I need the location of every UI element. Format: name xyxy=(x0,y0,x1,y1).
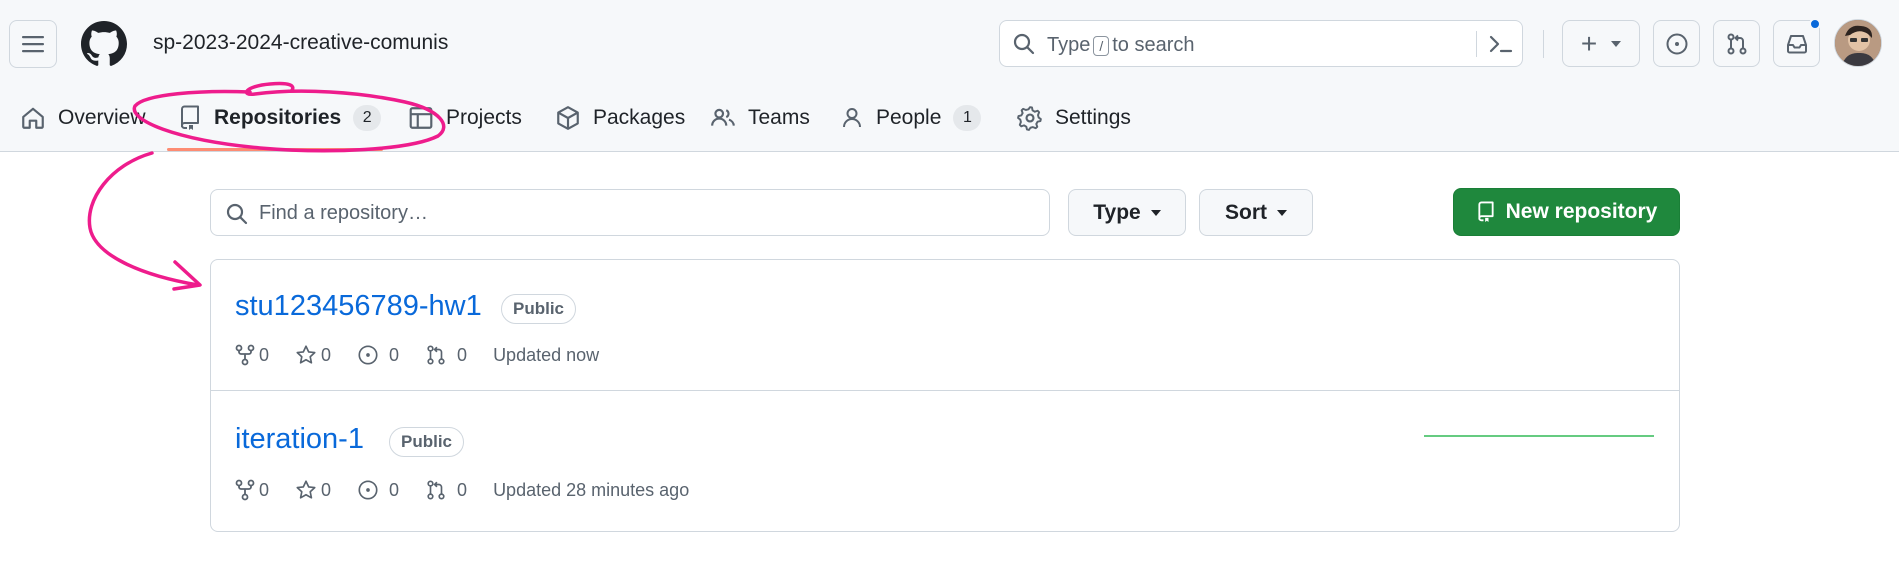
pull-requests-icon xyxy=(1727,33,1746,54)
table-icon xyxy=(409,107,433,129)
issues-stat[interactable]: 0 xyxy=(357,344,399,366)
list-item: stu123456789-hw1 Public 0 0 0 0 Updated … xyxy=(211,260,1679,391)
visibility-badge: Public xyxy=(389,427,465,457)
forks-stat[interactable]: 0 xyxy=(235,479,269,501)
selected-tab-underline xyxy=(167,148,383,151)
issues-icon xyxy=(358,480,378,500)
annotation-arrowhead xyxy=(172,260,202,291)
forks-stat[interactable]: 0 xyxy=(235,344,269,366)
people-count-badge: 1 xyxy=(953,105,982,131)
notification-indicator xyxy=(1809,18,1821,30)
find-repository-input[interactable] xyxy=(259,198,1019,228)
create-new-button[interactable]: + xyxy=(1562,20,1640,67)
type-filter-label: Type xyxy=(1093,200,1141,224)
new-repository-button[interactable]: New repository xyxy=(1453,188,1680,236)
chevron-down-icon xyxy=(1611,40,1622,47)
star-icon xyxy=(296,480,316,499)
avatar[interactable] xyxy=(1834,19,1882,67)
pull-requests-stat[interactable]: 0 xyxy=(425,479,467,501)
plus-icon: + xyxy=(1580,27,1598,59)
tab-projects[interactable]: Projects xyxy=(408,98,522,138)
tab-label: Settings xyxy=(1055,106,1131,129)
gear-icon xyxy=(1017,106,1042,131)
new-repository-label: New repository xyxy=(1505,200,1658,223)
hamburger-menu-button[interactable] xyxy=(9,20,57,68)
find-repository-field[interactable] xyxy=(210,189,1050,236)
issues-icon xyxy=(1666,33,1687,54)
tab-label: Repositories xyxy=(214,106,342,129)
chevron-down-icon xyxy=(1277,209,1287,216)
fork-icon xyxy=(235,344,255,366)
repository-list: stu123456789-hw1 Public 0 0 0 0 Updated … xyxy=(210,259,1680,532)
search-icon xyxy=(226,203,248,225)
stars-stat[interactable]: 0 xyxy=(295,479,331,501)
tab-repositories[interactable]: Repositories 2 xyxy=(178,98,382,138)
issues-stat[interactable]: 0 xyxy=(357,479,399,501)
repositories-count-badge: 2 xyxy=(353,105,382,131)
tab-label: Projects xyxy=(446,106,522,129)
issues-button[interactable] xyxy=(1653,20,1700,67)
repo-name-link[interactable]: stu123456789-hw1 xyxy=(235,290,482,323)
tab-label: Packages xyxy=(593,106,686,129)
issues-icon xyxy=(358,345,378,365)
tab-settings[interactable]: Settings xyxy=(1017,98,1131,138)
inbox-icon xyxy=(1786,34,1807,53)
fork-icon xyxy=(235,479,255,501)
tab-label: People xyxy=(876,106,942,129)
tab-people[interactable]: People 1 xyxy=(840,98,982,138)
star-icon xyxy=(296,345,316,364)
annotation-arrow xyxy=(87,151,200,287)
search-divider xyxy=(1476,31,1477,57)
tab-packages[interactable]: Packages xyxy=(555,98,685,138)
pull-requests-icon xyxy=(427,345,445,365)
sort-button[interactable]: Sort xyxy=(1199,189,1313,236)
updated-text: Updated 28 minutes ago xyxy=(493,479,690,500)
stars-stat[interactable]: 0 xyxy=(295,344,331,366)
tab-overview[interactable]: Overview xyxy=(20,98,146,138)
repo-icon xyxy=(1478,201,1494,222)
chevron-down-icon xyxy=(1150,209,1161,216)
org-name-link[interactable]: sp-2023-2024-creative-comunis xyxy=(153,31,448,55)
pull-requests-icon xyxy=(427,480,445,500)
repo-name-link[interactable]: iteration-1 xyxy=(235,423,364,456)
visibility-badge: Public xyxy=(501,294,577,324)
activity-sparkline xyxy=(1424,435,1654,437)
search-shortcut-key: / xyxy=(1093,36,1110,56)
repo-meta: 0 0 0 0 Updated now xyxy=(235,342,599,368)
github-logo-icon[interactable] xyxy=(81,21,127,67)
pull-requests-button[interactable] xyxy=(1713,20,1760,67)
list-item: iteration-1 Public 0 0 0 0 Updated 28 mi… xyxy=(211,391,1679,531)
person-icon xyxy=(843,108,861,128)
tab-teams[interactable]: Teams xyxy=(710,98,810,138)
type-filter-button[interactable]: Type xyxy=(1068,189,1186,236)
package-icon xyxy=(557,106,579,130)
hamburger-icon xyxy=(22,36,44,53)
top-header: sp-2023-2024-creative-comunis Type / to se… xyxy=(0,0,1899,152)
repo-meta: 0 0 0 0 Updated 28 minutes ago xyxy=(235,477,689,503)
home-icon xyxy=(22,107,44,129)
search-placeholder: Type / to search xyxy=(1047,34,1195,56)
command-palette-icon[interactable] xyxy=(1488,32,1514,56)
updated-text: Updated now xyxy=(493,344,600,365)
global-search-input[interactable]: Type / to search xyxy=(999,20,1523,67)
header-divider xyxy=(1543,30,1544,58)
people-icon xyxy=(711,108,735,126)
repo-icon xyxy=(181,105,199,130)
tab-label: Overview xyxy=(58,106,146,129)
pull-requests-stat[interactable]: 0 xyxy=(425,344,467,366)
search-icon xyxy=(1013,33,1035,55)
tab-label: Teams xyxy=(748,106,810,129)
sort-label: Sort xyxy=(1225,200,1267,224)
